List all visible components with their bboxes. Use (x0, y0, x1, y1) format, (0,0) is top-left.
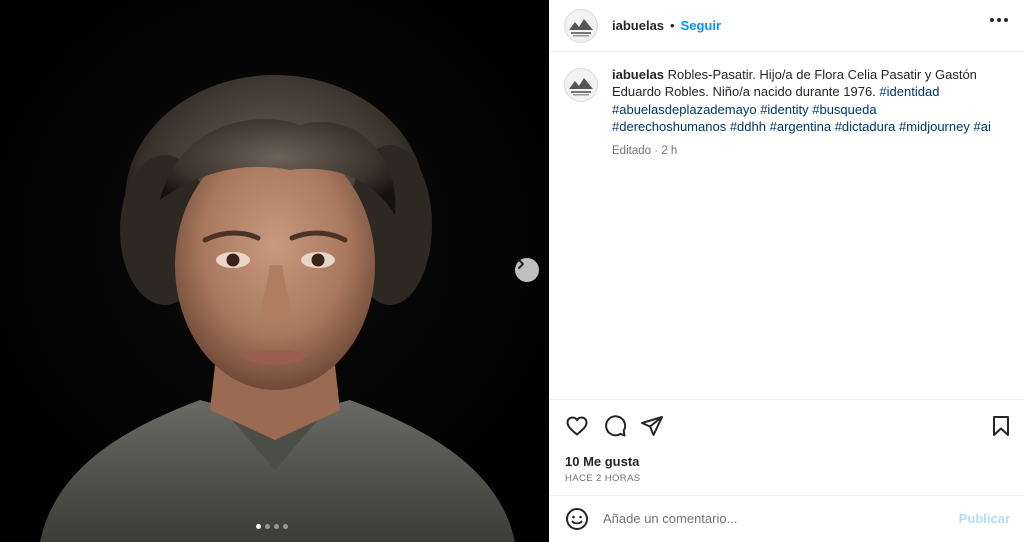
comment-bar: Publicar (549, 495, 1024, 542)
carousel-dot (283, 524, 288, 529)
hashtag-link[interactable]: #argentina (770, 119, 831, 134)
comment-icon (605, 415, 627, 437)
bookmark-icon (993, 416, 1009, 436)
caption-username[interactable]: iabuelas (612, 67, 664, 82)
hashtag-link[interactable]: #abuelasdeplazademayo (612, 102, 757, 117)
avatar[interactable] (564, 8, 598, 43)
post-actions: 10 Me gusta HACE 2 HORAS (549, 399, 1024, 496)
more-horizontal-icon (990, 18, 994, 22)
post-timestamp: HACE 2 HORAS (565, 473, 641, 484)
post-header: iabuelas • Seguir (549, 0, 1024, 52)
share-button[interactable] (640, 414, 664, 443)
send-icon (641, 416, 663, 436)
avatar[interactable] (564, 68, 598, 102)
carousel-dot (265, 524, 270, 529)
post-side-panel: iabuelas • Seguir iabuelas Robles-Pasati… (549, 0, 1024, 542)
profile-logo-icon (565, 69, 597, 101)
carousel-dot (274, 524, 279, 529)
profile-logo-icon (565, 9, 597, 42)
hashtag-link[interactable]: #midjourney (899, 119, 970, 134)
caption-body: iabuelas Robles-Pasatir. Hijo/a de Flora… (612, 66, 992, 160)
save-button[interactable] (989, 414, 1013, 443)
post-media (0, 0, 549, 542)
comment-button[interactable] (603, 414, 627, 443)
hashtag-link[interactable]: #identity (760, 102, 808, 117)
separator-dot: • (670, 18, 675, 33)
hashtag-link[interactable]: #busqueda (812, 102, 876, 117)
emoji-button[interactable] (565, 507, 589, 531)
more-options-button[interactable] (990, 18, 1008, 22)
comment-input[interactable] (603, 511, 943, 526)
emoji-icon (566, 507, 588, 530)
hashtag-link[interactable]: #ddhh (730, 119, 766, 134)
hashtag-link[interactable]: #identidad (879, 84, 939, 99)
post-caption: iabuelas Robles-Pasatir. Hijo/a de Flora… (564, 66, 1004, 160)
chevron-right-icon (518, 259, 524, 269)
post-username[interactable]: iabuelas (612, 18, 664, 33)
hashtag-link[interactable]: #ai (973, 119, 990, 134)
caption-meta: Editado · 2 h (612, 145, 678, 158)
follow-button[interactable]: Seguir (681, 18, 721, 33)
carousel-next-button[interactable] (515, 258, 539, 282)
carousel-indicator (256, 524, 288, 529)
likes-count[interactable]: 10 Me gusta (565, 454, 639, 469)
hashtag-link[interactable]: #derechoshumanos (612, 119, 726, 134)
heart-icon (566, 416, 588, 436)
carousel-dot (256, 524, 261, 529)
like-button[interactable] (565, 414, 589, 443)
hashtag-link[interactable]: #dictadura (835, 119, 896, 134)
publish-button[interactable]: Publicar (959, 511, 1010, 526)
portrait-image (0, 0, 549, 542)
